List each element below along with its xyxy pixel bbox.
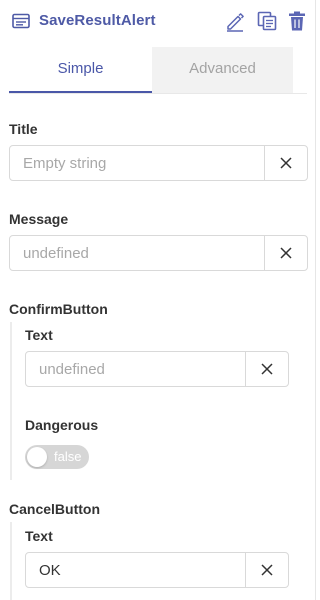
confirm-text-input[interactable] [26,352,245,386]
title-field-group [9,145,308,181]
panel-header: SaveResultAlert [0,0,316,42]
component-title: SaveResultAlert [39,12,156,29]
title-label: Title [9,121,38,137]
cancel-button-indent-line [10,522,12,600]
message-label: Message [9,211,69,227]
close-icon [261,564,273,576]
confirm-button-indent-line [10,322,12,480]
cancel-text-clear-button[interactable] [245,553,288,587]
confirm-text-label: Text [25,327,53,343]
message-field-group [9,235,308,271]
confirm-button-section-label: ConfirmButton [9,301,108,317]
dangerous-toggle[interactable]: false [25,445,89,469]
message-input[interactable] [10,236,264,270]
trash-icon[interactable] [286,10,308,32]
cancel-text-label: Text [25,528,53,544]
close-icon [280,157,292,169]
cancel-text-input[interactable] [26,553,245,587]
toggle-knob [27,447,47,467]
edit-icon[interactable] [224,10,246,32]
close-icon [280,247,292,259]
confirm-text-clear-button[interactable] [245,352,288,386]
title-clear-button[interactable] [264,146,307,180]
message-clear-button[interactable] [264,236,307,270]
toggle-state-label: false [54,449,82,464]
dangerous-label: Dangerous [25,417,99,433]
confirm-text-field-group [25,351,289,387]
properties-panel: SaveResultAlert Simple Advanced Title Em… [0,0,316,600]
tab-bar: Simple Advanced [9,47,307,93]
cancel-text-field-group [25,552,289,588]
tab-advanced[interactable]: Advanced [152,47,293,93]
close-icon [261,363,273,375]
cancel-button-section-label: CancelButton [9,501,100,517]
title-input[interactable] [10,146,264,180]
component-icon [12,12,30,30]
copy-icon[interactable] [256,10,278,32]
tab-simple[interactable]: Simple [9,47,152,93]
tab-divider [9,93,307,94]
